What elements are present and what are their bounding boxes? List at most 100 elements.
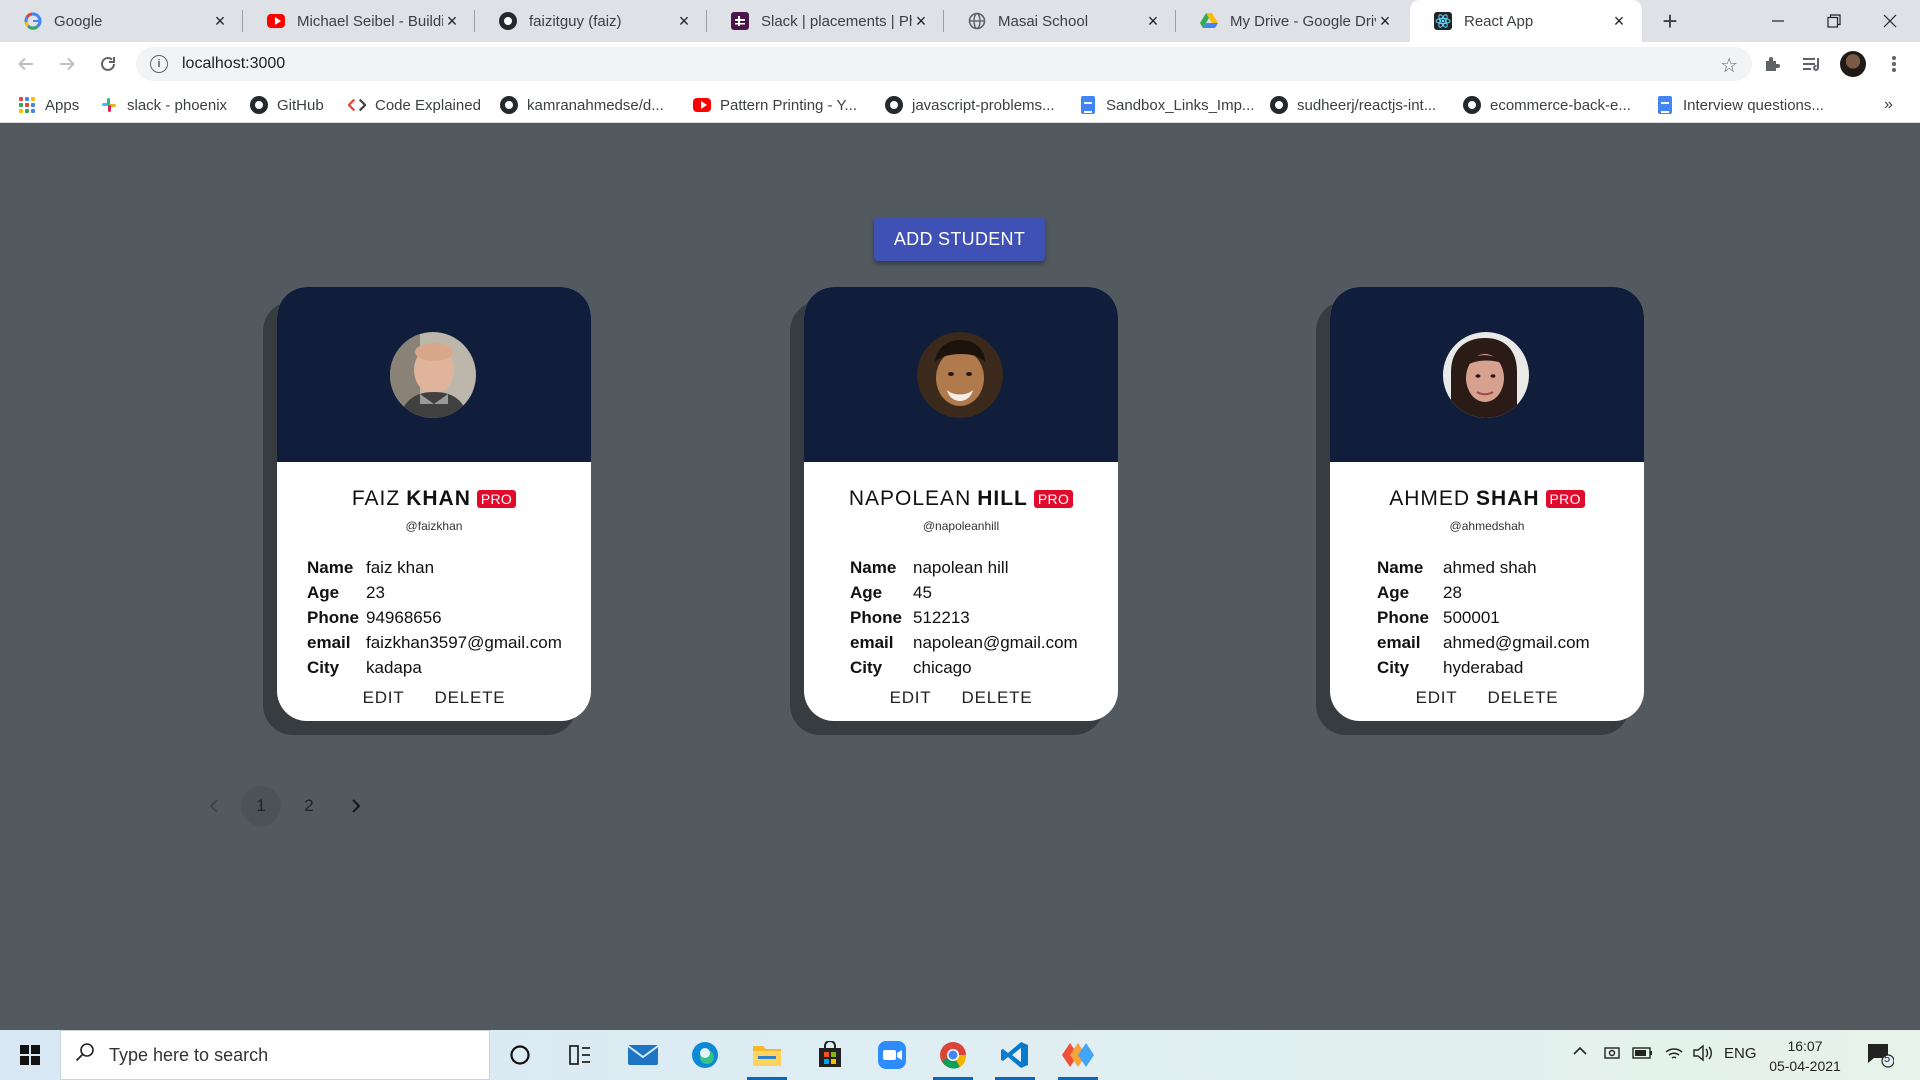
close-window-button[interactable] — [1862, 0, 1918, 42]
close-tab-icon[interactable]: × — [912, 11, 930, 31]
new-tab-button[interactable]: + — [1655, 6, 1685, 36]
vscode-icon[interactable] — [995, 1035, 1035, 1080]
close-tab-icon[interactable]: × — [1610, 11, 1628, 31]
detail-row-city: City kadapa — [307, 655, 591, 680]
windows-taskbar: Type here to search ENG 16:07 05-04-2021… — [0, 1030, 1920, 1080]
slack-icon — [100, 96, 118, 114]
tab-masai-school[interactable]: Masai School × — [944, 0, 1176, 42]
cortana-icon[interactable] — [500, 1035, 540, 1075]
pagination-page-2[interactable]: 2 — [289, 786, 329, 826]
last-name: HILL — [977, 487, 1028, 510]
bookmark-label: Interview questions... — [1683, 96, 1824, 114]
zoom-icon[interactable] — [872, 1035, 912, 1075]
detail-value: chicago — [913, 657, 972, 677]
delete-button[interactable]: DELETE — [962, 688, 1033, 708]
tab-google[interactable]: Google × — [0, 0, 243, 42]
minimize-window-button[interactable] — [1750, 0, 1806, 42]
close-tab-icon[interactable]: × — [1376, 11, 1394, 31]
bookmark-ecommerce-back[interactable]: ecommerce-back-e... — [1463, 94, 1631, 116]
tab-michael-seibel[interactable]: Michael Seibel - Buildin × — [243, 0, 475, 42]
pagination-prev-button[interactable] — [194, 786, 234, 826]
add-student-button[interactable]: ADD STUDENT — [874, 217, 1045, 261]
wifi-icon[interactable] — [1664, 1044, 1684, 1066]
store-icon[interactable] — [810, 1035, 850, 1075]
notification-center-button[interactable]: 5 — [1866, 1042, 1895, 1072]
show-hidden-icons-button[interactable] — [1572, 1043, 1588, 1063]
tab-google-drive[interactable]: My Drive - Google Driv × — [1176, 0, 1408, 42]
address-bar[interactable]: i localhost:3000 ☆ — [136, 47, 1752, 81]
clock-date: 05-04-2021 — [1769, 1058, 1841, 1074]
pagination-page-1[interactable]: 1 — [241, 786, 281, 826]
system-clock[interactable]: 16:07 05-04-2021 — [1760, 1036, 1850, 1076]
detail-label: Age — [307, 582, 340, 602]
edit-button[interactable]: EDIT — [1416, 688, 1458, 708]
bookmark-star-icon[interactable]: ☆ — [1720, 53, 1738, 78]
github-icon — [1270, 96, 1288, 114]
close-tab-icon[interactable]: × — [211, 11, 229, 31]
delete-button[interactable]: DELETE — [1488, 688, 1559, 708]
bookmark-kamranahmedse[interactable]: kamranahmedse/d... — [500, 94, 664, 116]
language-indicator[interactable]: ENG — [1724, 1045, 1757, 1062]
detail-label: email — [307, 632, 351, 652]
mail-icon[interactable] — [623, 1035, 663, 1075]
bookmark-pattern-printing[interactable]: Pattern Printing - Y... — [693, 94, 857, 116]
media-control-icon[interactable] — [1798, 50, 1826, 78]
bookmark-sandbox-links[interactable]: Sandbox_Links_Imp... — [1079, 94, 1254, 116]
close-tab-icon[interactable]: × — [443, 11, 461, 31]
volume-icon[interactable] — [1692, 1044, 1714, 1066]
bookmark-javascript-problems[interactable]: javascript-problems... — [885, 94, 1055, 116]
url-text[interactable]: localhost:3000 — [182, 55, 285, 73]
more-bookmarks-button[interactable]: » — [1884, 94, 1893, 116]
site-info-icon[interactable]: i — [150, 55, 168, 73]
bookmark-apps[interactable]: Apps — [18, 94, 79, 116]
delete-button[interactable]: DELETE — [435, 688, 506, 708]
github-icon — [500, 96, 518, 114]
pagination-next-button[interactable] — [336, 786, 376, 826]
task-view-icon[interactable] — [560, 1035, 600, 1075]
forward-button[interactable] — [51, 48, 83, 80]
tab-title: faizitguy (faiz) — [529, 12, 622, 30]
search-placeholder: Type here to search — [109, 1044, 269, 1065]
edge-icon[interactable] — [685, 1035, 725, 1075]
taskbar-search-box[interactable]: Type here to search — [60, 1030, 490, 1080]
profile-avatar[interactable] — [1840, 51, 1866, 77]
detail-value: ahmed@gmail.com — [1443, 632, 1590, 652]
student-details: Name faiz khan Age 23 Phone 94968656 email f… — [277, 555, 591, 680]
youtube-icon — [267, 12, 285, 30]
youtube-icon — [693, 96, 711, 114]
windows-start-button[interactable] — [0, 1030, 60, 1080]
tab-react-app[interactable]: React App × — [1410, 0, 1642, 42]
reload-button[interactable] — [92, 48, 124, 80]
student-details: Name napolean hill Age 45 Phone 512213 emai… — [804, 555, 1118, 680]
bookmark-interview-questions[interactable]: Interview questions... — [1656, 94, 1824, 116]
detail-label: email — [850, 632, 894, 652]
meet-now-icon[interactable] — [1603, 1044, 1621, 1066]
battery-icon[interactable] — [1632, 1044, 1654, 1066]
student-handle: @napoleanhill — [922, 519, 1000, 533]
file-explorer-icon[interactable] — [747, 1035, 787, 1080]
bookmark-slack-phoenix[interactable]: slack - phoenix — [100, 94, 227, 116]
close-tab-icon[interactable]: × — [675, 11, 693, 31]
bookmark-sudheerj-reactjs[interactable]: sudheerj/reactjs-int... — [1270, 94, 1436, 116]
bookmark-github[interactable]: GitHub — [250, 94, 324, 116]
edit-button[interactable]: EDIT — [363, 688, 405, 708]
tab-faizitguy[interactable]: faizitguy (faiz) × — [475, 0, 707, 42]
tab-slack[interactable]: Slack | placements | Ph × — [707, 0, 944, 42]
chrome-menu-icon[interactable] — [1880, 50, 1908, 78]
detail-row-email: email napolean@gmail.com — [850, 630, 1118, 655]
chrome-icon[interactable] — [933, 1035, 973, 1080]
git-icon[interactable] — [1058, 1035, 1098, 1080]
extensions-icon[interactable] — [1758, 50, 1786, 78]
back-button[interactable] — [10, 48, 42, 80]
github-icon — [885, 96, 903, 114]
restore-window-button[interactable] — [1806, 0, 1862, 42]
bookmark-code-explained[interactable]: Code Explained — [348, 94, 481, 116]
first-name: FAIZ — [351, 487, 401, 510]
edit-button[interactable]: EDIT — [890, 688, 932, 708]
react-icon — [1434, 12, 1452, 30]
close-tab-icon[interactable]: × — [1144, 11, 1162, 31]
tab-title: Michael Seibel - Buildin — [297, 12, 443, 30]
chevron-right-icon — [352, 799, 361, 813]
react-app-page: ADD STUDENT FAIZ KHAN PRO @faizkhan Name… — [0, 123, 1920, 1030]
chevron-left-icon — [209, 799, 218, 813]
